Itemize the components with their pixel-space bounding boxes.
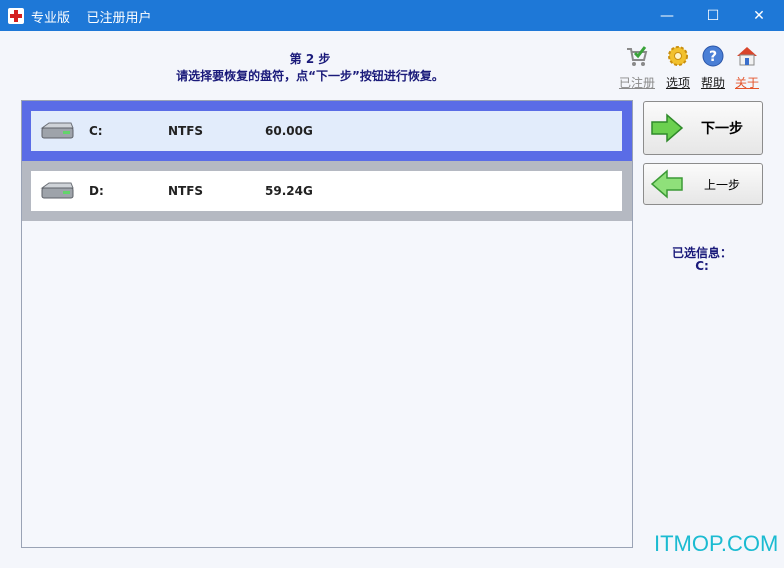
disk-letter: D: bbox=[89, 184, 104, 198]
disk-row-c-inner: C: NTFS 60.00G bbox=[31, 111, 622, 151]
step-title: 第 2 步 bbox=[289, 52, 331, 66]
hard-drive-icon bbox=[40, 182, 74, 199]
next-step-button[interactable]: 下一步 bbox=[643, 101, 763, 155]
next-step-label: 下一步 bbox=[701, 121, 743, 137]
about-tool-button[interactable]: 关于 bbox=[727, 44, 767, 91]
disk-filesystem: NTFS bbox=[168, 184, 204, 198]
arrow-right-icon bbox=[651, 113, 684, 143]
minimize-button[interactable]: — bbox=[644, 0, 690, 31]
svg-text:?: ? bbox=[709, 49, 717, 65]
home-icon bbox=[737, 47, 757, 66]
hard-drive-icon bbox=[40, 122, 74, 139]
prev-step-label: 上一步 bbox=[703, 177, 740, 192]
selection-info-value: C: bbox=[695, 259, 709, 273]
options-tool-button[interactable]: 选项 bbox=[658, 44, 698, 91]
options-label: 选项 bbox=[665, 76, 690, 90]
disk-letter: C: bbox=[89, 124, 103, 138]
app-icon bbox=[8, 8, 24, 24]
watermark: ITMOP.COM bbox=[654, 531, 779, 556]
step-instruction: 请选择要恢复的盘符，点“下一步”按钮进行恢复。 bbox=[176, 69, 444, 83]
register-label: 已注册 bbox=[618, 76, 655, 90]
register-tool-button[interactable]: 已注册 bbox=[617, 44, 657, 91]
close-button[interactable]: ✕ bbox=[736, 0, 782, 31]
title-bar: 专业版 已注册用户 — ☐ ✕ bbox=[0, 0, 784, 31]
help-icon: ? bbox=[702, 45, 724, 67]
disk-size: 60.00G bbox=[265, 124, 313, 138]
arrow-left-icon bbox=[650, 169, 683, 199]
window-title: 专业版 已注册用户 bbox=[31, 11, 152, 26]
disk-row-d-inner: D: NTFS 59.24G bbox=[31, 171, 622, 211]
about-label: 关于 bbox=[734, 76, 759, 90]
cart-check-icon bbox=[627, 46, 648, 66]
disk-list: C: NTFS 60.00G D: NTFS 59.24G bbox=[21, 100, 633, 548]
gear-icon bbox=[668, 46, 688, 66]
prev-step-button[interactable]: 上一步 bbox=[643, 163, 763, 205]
disk-row-d[interactable]: D: NTFS 59.24G bbox=[22, 161, 632, 221]
disk-filesystem: NTFS bbox=[168, 124, 204, 138]
maximize-button[interactable]: ☐ bbox=[690, 0, 736, 31]
disk-size: 59.24G bbox=[265, 184, 313, 198]
disk-row-c[interactable]: C: NTFS 60.00G bbox=[22, 101, 632, 161]
